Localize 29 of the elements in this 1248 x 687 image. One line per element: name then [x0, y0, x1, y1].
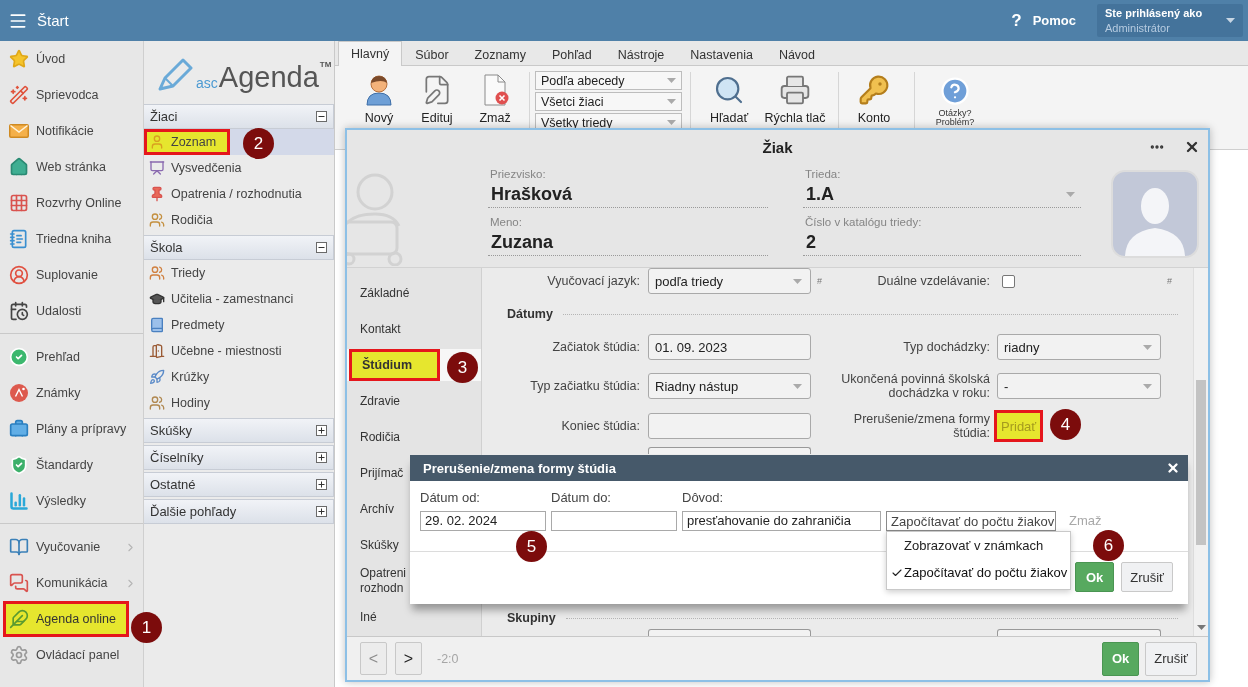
field-label: Prerušenie/zmena formy štúdia:	[852, 412, 991, 440]
field-label: Vyučovací jazyk:	[546, 274, 641, 288]
field-label: Dôvod:	[682, 491, 725, 505]
field-label: Ukončená povinná školská dochádzka v roku:	[840, 372, 991, 400]
callout-badge: 6	[1092, 530, 1124, 561]
field-label: Trieda:	[804, 167, 842, 181]
callout-badge: 3	[447, 352, 478, 383]
dialog-title: Žiak	[762, 138, 793, 156]
field-label: Číslo v katalógu triedy:	[804, 215, 923, 229]
callout-badge: 5	[516, 531, 547, 562]
hash-symbol: #	[816, 276, 823, 286]
callout-badge: 2	[243, 128, 274, 159]
section-title: Skupiny	[507, 611, 556, 625]
field-label: Priezvisko:	[489, 167, 547, 181]
field-label: Meno:	[489, 215, 523, 229]
dialog-title: Prerušenie/zmena formy štúdia	[423, 460, 616, 476]
callout-badge: 4	[1050, 409, 1081, 440]
section-title: Dátumy	[507, 307, 553, 321]
field-label: Koniec štúdia:	[560, 419, 641, 433]
field-label: Začiatok štúdia:	[551, 340, 641, 354]
callout-badge: 1	[131, 612, 162, 643]
field-label: Typ dochádzky:	[902, 340, 991, 354]
field-label: Duálne vzdelávanie:	[876, 274, 991, 288]
field-label: Typ začiatku štúdia:	[529, 379, 641, 393]
hash-symbol: #	[1166, 276, 1173, 286]
record-position: -2:0	[437, 651, 459, 666]
field-label: Dátum do:	[551, 491, 612, 505]
app-title: Štart	[37, 12, 69, 29]
field-label: Dátum od:	[420, 491, 481, 505]
